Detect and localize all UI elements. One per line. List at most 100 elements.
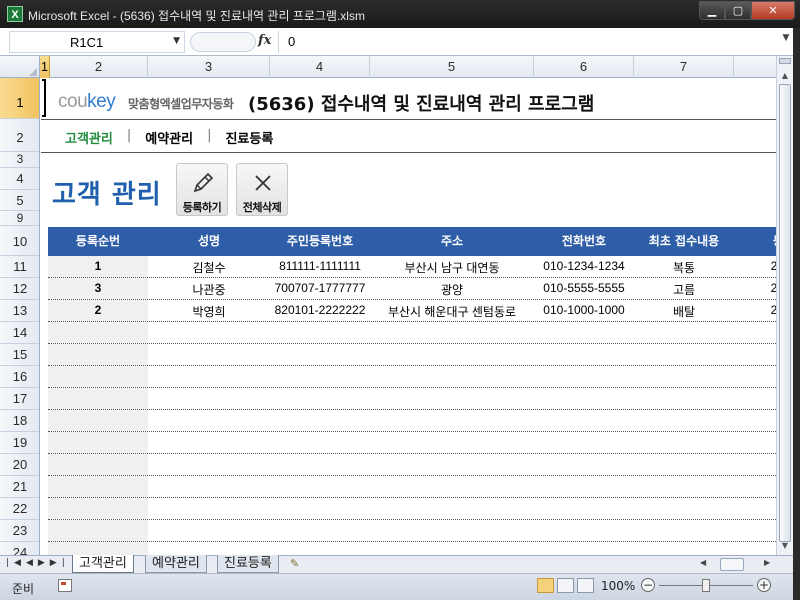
row-header-5[interactable]: 5 xyxy=(0,190,39,211)
column-header: 1 2 3 4 5 6 7 xyxy=(0,56,776,78)
page-layout-view-icon[interactable] xyxy=(557,578,574,593)
column-header-4[interactable]: 4 xyxy=(270,56,370,78)
table-row[interactable] xyxy=(48,366,776,388)
page-break-view-icon[interactable] xyxy=(577,578,594,593)
zoom-level[interactable]: 100% xyxy=(601,579,635,593)
table-row[interactable]: 1 김철수 811111-1111111 부산시 남구 대연동 010-1234… xyxy=(48,256,776,278)
tab-customer-management[interactable]: 고객관리 xyxy=(72,555,134,573)
table-row[interactable] xyxy=(48,520,776,542)
zoom-slider-thumb[interactable] xyxy=(702,579,710,592)
cell-reg-no: 2 xyxy=(94,303,102,317)
vertical-scroll-thumb[interactable] xyxy=(779,84,791,542)
header-address[interactable]: 주소 xyxy=(370,227,534,256)
row-header-14[interactable]: 14 xyxy=(0,322,39,344)
macro-record-icon[interactable] xyxy=(58,579,72,592)
table-row[interactable] xyxy=(48,476,776,498)
cell-reg-no: 1 xyxy=(94,259,102,273)
view-switcher xyxy=(537,578,597,593)
table-row[interactable] xyxy=(48,498,776,520)
row-header-12[interactable]: 12 xyxy=(0,278,39,300)
nav-treatment-registration[interactable]: 진료등록 xyxy=(225,128,273,147)
row-header-18[interactable]: 18 xyxy=(0,410,39,432)
horizontal-scroll-thumb[interactable] xyxy=(720,558,744,571)
maximize-button[interactable]: ▢ xyxy=(725,1,751,20)
register-button[interactable]: 등록하기 xyxy=(176,163,228,216)
minimize-button[interactable]: ▁ xyxy=(699,1,725,20)
select-all-corner[interactable] xyxy=(0,56,40,78)
row-header-15[interactable]: 15 xyxy=(0,344,39,366)
column-header-2[interactable]: 2 xyxy=(50,56,148,78)
row-header-20[interactable]: 20 xyxy=(0,454,39,476)
title-bar: X Microsoft Excel - (5636) 접수내역 및 진료내역 관… xyxy=(0,0,800,28)
insert-function-icon[interactable]: fx xyxy=(258,33,271,48)
column-header-6[interactable]: 6 xyxy=(534,56,634,78)
row-header-2[interactable]: 2 xyxy=(0,119,39,152)
nav-reservation-management[interactable]: 예약관리 xyxy=(145,128,193,147)
scroll-down-icon[interactable]: ▼ xyxy=(778,538,792,553)
cell-address: 광양 xyxy=(440,283,464,297)
scroll-left-icon[interactable]: ◀ xyxy=(700,558,706,567)
row-header-11[interactable]: 11 xyxy=(0,256,39,278)
row-header-1[interactable]: 1 xyxy=(0,78,39,119)
row-header-13[interactable]: 13 xyxy=(0,300,39,322)
worksheet-grid[interactable]: coukey 맞춤형엑셀업무자동화 (5636) 접수내역 및 진료내역 관리 … xyxy=(41,79,776,555)
close-button[interactable]: ✕ xyxy=(751,1,795,20)
scroll-right-icon[interactable]: ▶ xyxy=(764,558,770,567)
header-reg-date[interactable]: 등록 xyxy=(734,227,776,256)
table-row[interactable] xyxy=(48,322,776,344)
table-row[interactable] xyxy=(48,454,776,476)
row-header-21[interactable]: 21 xyxy=(0,476,39,498)
tab-reservation-management[interactable]: 예약관리 xyxy=(145,555,207,573)
table-row[interactable] xyxy=(48,410,776,432)
header-reg-no[interactable]: 등록순번 xyxy=(48,227,148,256)
row-header-23[interactable]: 23 xyxy=(0,520,39,542)
window-controls: ▁ ▢ ✕ xyxy=(699,1,795,20)
header-resident-no[interactable]: 주민등록번호 xyxy=(270,227,370,256)
expand-formula-bar-icon[interactable]: ▼ xyxy=(779,33,793,49)
table-row[interactable] xyxy=(48,542,776,555)
column-header-1[interactable]: 1 xyxy=(40,56,50,78)
row-header-16[interactable]: 16 xyxy=(0,366,39,388)
brand-logo: coukey xyxy=(58,91,116,112)
register-button-label: 등록하기 xyxy=(182,201,222,214)
header-name[interactable]: 성명 xyxy=(148,227,270,256)
row-header-3[interactable]: 3 xyxy=(0,152,39,168)
zoom-out-button[interactable]: − xyxy=(641,578,655,592)
table-row[interactable]: 2 박영희 820101-2222222 부산시 해운대구 센텀동로 010-1… xyxy=(48,300,776,322)
row-header-22[interactable]: 22 xyxy=(0,498,39,520)
header-first-intake[interactable]: 최초 접수내용 xyxy=(634,227,734,256)
tab-scroll-arrows[interactable]: |◀◀▶▶| xyxy=(6,558,70,568)
scroll-up-icon[interactable]: ▲ xyxy=(778,68,792,83)
name-box[interactable]: R1C1 ▼ xyxy=(9,31,185,53)
row-header-19[interactable]: 19 xyxy=(0,432,39,454)
excel-app-icon[interactable]: X xyxy=(7,6,23,22)
row-header-10[interactable]: 10 xyxy=(0,226,39,256)
row-header-9[interactable]: 9 xyxy=(0,211,39,226)
chevron-down-icon[interactable]: ▼ xyxy=(173,36,180,46)
vertical-scrollbar[interactable]: ▲ ▼ xyxy=(776,56,793,555)
column-header-7[interactable]: 7 xyxy=(634,56,734,78)
row-header-24[interactable]: 24 xyxy=(0,542,39,555)
table-row[interactable] xyxy=(48,388,776,410)
nav-customer-management[interactable]: 고객관리 xyxy=(65,128,113,147)
cell-address: 부산시 남구 대연동 xyxy=(404,261,500,275)
formula-bar-handle[interactable] xyxy=(190,32,256,52)
normal-view-icon[interactable] xyxy=(537,578,554,593)
split-handle[interactable] xyxy=(779,58,791,64)
cell-first-intake: 배탈 xyxy=(672,305,696,319)
tab-treatment-registration[interactable]: 진료등록 xyxy=(217,555,279,573)
insert-sheet-icon[interactable]: ✎ xyxy=(290,557,299,570)
cell-name: 나관중 xyxy=(192,283,226,297)
table-row[interactable]: 3 나관중 700707-1777777 광양 010-5555-5555 고름… xyxy=(48,278,776,300)
zoom-in-button[interactable]: + xyxy=(757,578,771,592)
header-phone[interactable]: 전화번호 xyxy=(534,227,634,256)
formula-input[interactable]: 0 xyxy=(278,31,776,53)
row-header-4[interactable]: 4 xyxy=(0,168,39,190)
row-header-17[interactable]: 17 xyxy=(0,388,39,410)
delete-all-button[interactable]: 전체삭제 xyxy=(236,163,288,216)
column-header-5[interactable]: 5 xyxy=(370,56,534,78)
table-row[interactable] xyxy=(48,344,776,366)
table-row[interactable] xyxy=(48,432,776,454)
horizontal-scrollbar[interactable]: ◀ ▶ xyxy=(700,558,776,571)
column-header-3[interactable]: 3 xyxy=(148,56,270,78)
